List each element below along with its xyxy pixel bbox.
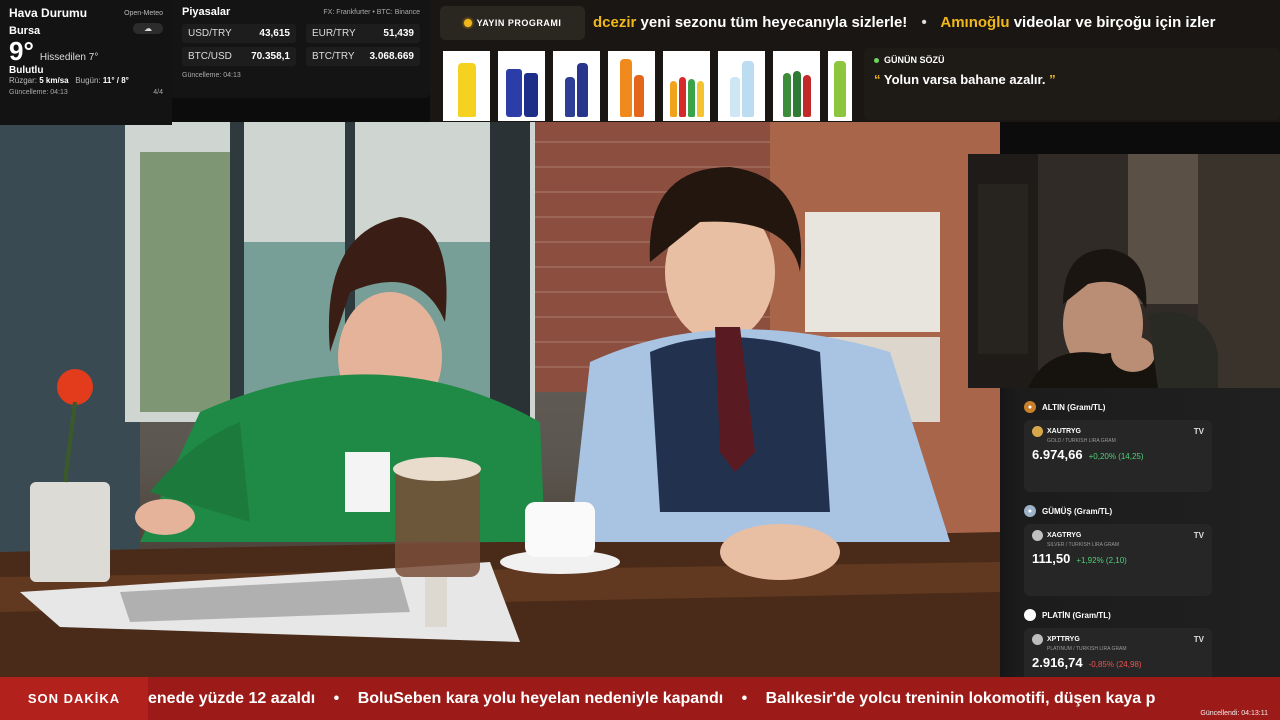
quote-close-mark: ” (1049, 72, 1056, 87)
metal-gold: ● ALTIN (Gram/TL) TV XAUTRYG GOLD / TURK… (1024, 394, 1280, 492)
product-green-bottles (773, 51, 820, 121)
news-item: Balıkesir'de yolcu treninin lokomotifi, … (765, 690, 1156, 707)
quote-of-the-day: GÜNÜN SÖZÜ “ Yolun varsa bahane azalır. … (864, 48, 1280, 120)
product-juice (828, 51, 852, 121)
wind-label: Rüzgar: (9, 76, 38, 85)
medal-icon: ● (1024, 401, 1036, 413)
today-label: Bugün: (75, 76, 101, 85)
breaking-news-bar: SON DAKİKA enede yüzde 12 azaldı • BoluS… (0, 677, 1280, 720)
silver-coin-icon (1032, 530, 1043, 541)
gold-coin-icon (1032, 426, 1043, 437)
status-dot-icon (874, 57, 879, 63)
metal-change: +1,92% (2,10) (1076, 556, 1127, 565)
weather-page-indicator: 4/4 (153, 89, 163, 96)
weather-source: Open-Meteo (124, 9, 163, 17)
medal-icon (1024, 609, 1036, 621)
ticker-text: videolar ve birçoğu için izler (1013, 14, 1216, 31)
weather-temperature: 9° (9, 36, 34, 66)
ticker-text: yeni sezonu tüm heyecanıyla sizlerle! (640, 14, 908, 31)
metal-symbol: XAGTRYG (1047, 532, 1082, 539)
metal-price: 6.974,66 (1032, 447, 1083, 462)
medal-icon: ● (1024, 505, 1036, 517)
market-key: BTC/USD (188, 51, 232, 62)
webcam-feed (968, 154, 1280, 388)
metal-price: 111,50 (1032, 551, 1071, 566)
ticker-highlight: dcezir (593, 14, 637, 31)
market-eur-try: EUR/TRY 51,439 (306, 24, 420, 43)
webcam-illustration (968, 154, 1280, 388)
markets-title: Piyasalar (182, 6, 231, 18)
news-item: BoluSeben kara yolu heyelan nedeniyle ka… (357, 690, 724, 707)
market-value: 43,615 (259, 28, 290, 39)
video-frame (0, 122, 1000, 677)
breaking-news-label: SON DAKİKA (0, 677, 148, 720)
metal-subtitle: GOLD / TURKISH LIRA GRAM (1047, 438, 1116, 444)
platinum-coin-icon (1032, 634, 1043, 645)
market-key: BTC/TRY (312, 51, 355, 62)
metal-subtitle: PLATINUM / TURKISH LIRA GRAM (1047, 646, 1127, 652)
product-lemon-soda (443, 51, 490, 121)
markets-widget: Piyasalar FX: Frankfurter • BTC: Binance… (172, 0, 430, 98)
video-scene-illustration (0, 122, 1000, 677)
metal-title: ALTIN (Gram/TL) (1042, 402, 1106, 412)
metal-title: PLATİN (Gram/TL) (1042, 610, 1111, 620)
quote-heading: GÜNÜN SÖZÜ (884, 55, 945, 65)
product-can (498, 51, 545, 121)
sponsor-products (443, 51, 858, 121)
cloud-icon: ☁ (133, 23, 163, 34)
market-value: 51,439 (383, 28, 414, 39)
ticker-highlight: Amınoğlu (940, 14, 1010, 31)
metal-silver: ● GÜMÜŞ (Gram/TL) TV XAGTRYG SILVER / TU… (1024, 498, 1280, 596)
schedule-label: YAYIN PROGRAMI (476, 18, 562, 28)
tradingview-icon: TV (1193, 427, 1204, 436)
today-value: 11° / 8° (102, 76, 129, 85)
metal-change: +0,20% (14,25) (1088, 452, 1144, 461)
metal-price: 2.916,74 (1032, 655, 1083, 670)
product-soda-pack (663, 51, 710, 121)
product-water (718, 51, 765, 121)
metal-subtitle: SILVER / TURKISH LIRA GRAM (1047, 542, 1120, 548)
tradingview-icon: TV (1193, 531, 1204, 540)
market-value: 70.358,1 (251, 51, 290, 62)
metal-change: -0,85% (24,98) (1088, 660, 1142, 669)
top-ticker: dcezir yeni sezonu tüm heyecanıyla sizle… (593, 9, 1280, 37)
metal-symbol: XAUTRYG (1047, 428, 1081, 435)
product-blue-bottles (553, 51, 600, 121)
top-bar: YAYIN PROGRAMI dcezir yeni sezonu tüm he… (430, 0, 1280, 122)
weather-details: Rüzgar: 5 km/sa Bugün: 11° / 8° (9, 76, 163, 85)
market-btc-usd: BTC/USD 70.358,1 (182, 47, 296, 66)
market-value: 3.068.669 (369, 51, 415, 62)
quote-open-mark: “ (874, 72, 881, 87)
markets-source: FX: Frankfurter • BTC: Binance (323, 8, 420, 16)
metals-panel: ● ALTIN (Gram/TL) TV XAUTRYG GOLD / TURK… (1000, 388, 1280, 700)
weather-title: Hava Durumu (9, 6, 88, 20)
live-dot-icon (463, 19, 472, 27)
product-orange-soda (608, 51, 655, 121)
news-separator: • (741, 690, 748, 707)
markets-updated: Güncelleme: 04:13 (182, 72, 241, 79)
tradingview-icon: TV (1193, 635, 1204, 644)
news-item: enede yüzde 12 azaldı (148, 690, 316, 707)
market-key: EUR/TRY (312, 28, 356, 39)
metal-card: TV XAGTRYG SILVER / TURKISH LIRA GRAM 11… (1024, 524, 1212, 596)
metal-card: TV XAUTRYG GOLD / TURKISH LIRA GRAM 6.97… (1024, 420, 1212, 492)
weather-widget: Hava Durumu Open-Meteo Bursa ☁ 9° Hissed… (0, 0, 172, 125)
weather-feels-like: Hissedilen 7° (39, 52, 99, 63)
market-key: USD/TRY (188, 28, 232, 39)
breaking-news-updated: Güncellendi: 04:13:11 (1200, 710, 1268, 717)
breaking-news-ticker: enede yüzde 12 azaldı • BoluSeben kara y… (148, 677, 1280, 720)
schedule-button[interactable]: YAYIN PROGRAMI (440, 6, 585, 40)
market-usd-try: USD/TRY 43,615 (182, 24, 296, 43)
ticker-separator: • (921, 14, 927, 31)
metal-title: GÜMÜŞ (Gram/TL) (1042, 506, 1113, 516)
quote-text: Yolun varsa bahane azalır. (883, 72, 1046, 87)
wind-value: 5 km/sa (39, 76, 69, 85)
news-separator: • (333, 690, 340, 707)
weather-condition: Bulutlu (9, 65, 44, 76)
weather-updated: Güncelleme: 04:13 (9, 89, 68, 96)
metal-symbol: XPTTRYG (1047, 636, 1080, 643)
market-btc-try: BTC/TRY 3.068.669 (306, 47, 420, 66)
stream-overlay: Hava Durumu Open-Meteo Bursa ☁ 9° Hissed… (0, 0, 1280, 720)
